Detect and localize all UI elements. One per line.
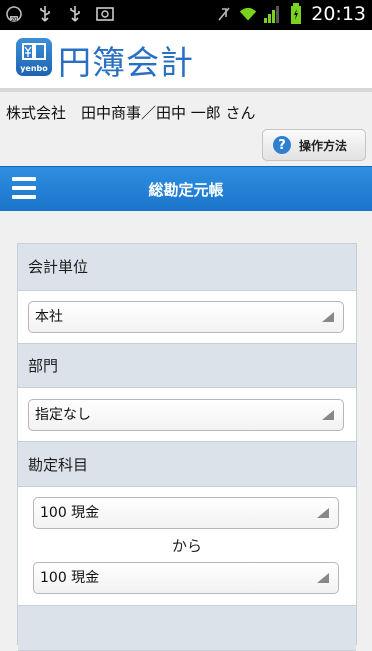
dropdown-arrow-icon [317,573,329,583]
help-button-label: 操作方法 [299,138,348,153]
section-header-next [18,605,356,651]
account-label: 勘定科目 [28,456,89,474]
account-to-select[interactable]: 100 現金 [33,562,339,594]
nav-bar: 総勘定元帳 [0,166,372,211]
status-right-icons: 20:13 [215,3,366,25]
app-title: 円簿会計 [58,43,194,82]
section-header-account: 勘定科目 [18,441,356,487]
department-label: 部門 [28,357,59,375]
range-separator: から [171,537,202,555]
header-divider [0,88,372,92]
help-button[interactable]: ? 操作方法 [262,129,366,161]
app-header: yenbo 円簿会計 [0,30,372,90]
notification-icon: 20 [6,5,24,23]
question-icon: ? [273,136,291,154]
user-company-name: 株式会社 田中商事／田中 一郎 さん [6,104,256,122]
signal-icon [263,5,281,23]
wifi-icon [239,5,257,23]
section-header-department: 部門 [18,343,356,388]
page-title: 総勘定元帳 [148,181,224,199]
app-logo: yenbo [16,38,52,76]
dropdown-arrow-icon [322,312,334,322]
status-time: 20:13 [311,3,366,25]
dropdown-arrow-icon [317,508,329,518]
section-header-unit: 会計単位 [18,244,356,291]
picture-icon [96,5,114,23]
usb-icon [66,5,84,23]
account-from-value: 100 現金 [40,505,100,521]
unit-select[interactable]: 本社 [28,301,344,333]
unit-value: 本社 [35,309,63,325]
department-value: 指定なし [35,407,91,423]
report-form: 会計単位 本社 部門 指定なし 勘定科目 100 現金 から 100 現金 [17,243,357,651]
dropdown-arrow-icon [322,410,334,420]
status-bar: 20 20:13 [0,0,372,30]
battery-icon [287,3,305,24]
account-from-select[interactable]: 100 現金 [33,497,339,529]
status-left-icons: 20 [6,5,114,23]
department-select[interactable]: 指定なし [28,399,344,431]
unit-label: 会計単位 [28,258,89,276]
svg-text:20: 20 [11,17,17,23]
usb-icon [36,5,54,23]
account-to-value: 100 現金 [40,570,100,586]
logo-text: yenbo [20,64,48,73]
mute-icon [215,5,233,23]
